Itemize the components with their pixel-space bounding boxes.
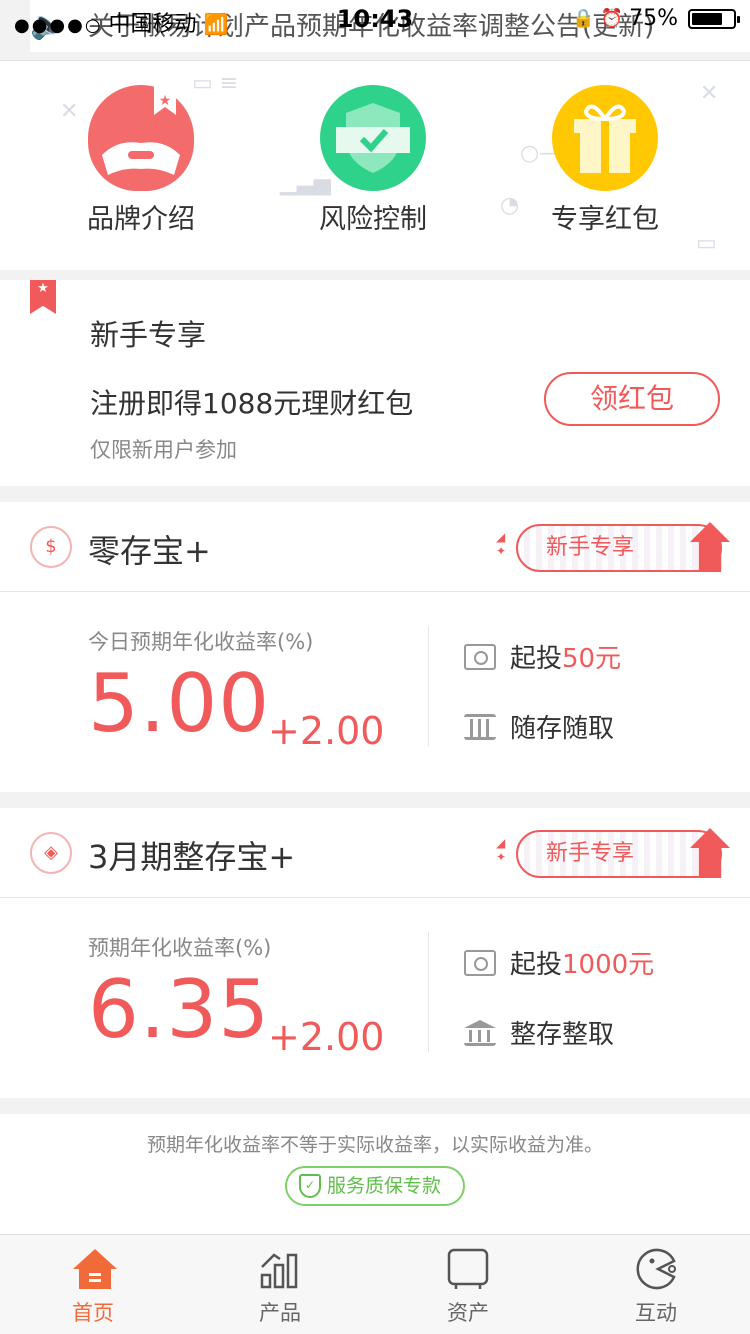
shield-icon bbox=[320, 85, 426, 191]
min-amount: 50元 bbox=[562, 644, 622, 674]
up-arrow-icon bbox=[690, 828, 730, 878]
divider bbox=[428, 932, 429, 1052]
tab-label: 产品 bbox=[259, 1301, 301, 1325]
status-bar: ●●●●○ 中国移动 📶 10:43 🔒 ⏰ 75% bbox=[0, 0, 750, 40]
min-invest: 起投50元 bbox=[464, 638, 621, 675]
helmet-icon: ★ bbox=[88, 85, 194, 191]
tab-products[interactable]: 产品 bbox=[220, 1247, 340, 1327]
newbie-title: 新手专享 bbox=[90, 318, 207, 352]
feature: 随存随取 bbox=[464, 708, 614, 745]
home-icon bbox=[71, 1247, 117, 1291]
quick-entry-label: 品牌介绍 bbox=[87, 204, 195, 235]
bar-chart-icon bbox=[258, 1247, 302, 1291]
quick-entry-redpacket[interactable]: 专享红包 bbox=[505, 85, 705, 236]
rate-label: 预期年化收益率(%) bbox=[88, 936, 272, 960]
newbie-tag: ◢ ✦ 新手专享 bbox=[496, 522, 730, 572]
newbie-subtitle: 仅限新用户参加 bbox=[90, 438, 237, 462]
product-card[interactable]: $ 零存宝+ ◢ ✦ 新手专享 今日预期年化收益率(%) 5.00 +2.00 起… bbox=[0, 502, 750, 792]
rate-bonus: +2.00 bbox=[268, 1015, 385, 1059]
disclaimer-text: 预期年化收益率不等于实际收益率，以实际收益为准。 bbox=[146, 1134, 603, 1156]
cash-icon bbox=[464, 949, 496, 976]
newbie-section: ★ 新手专享 注册即得1088元理财红包 仅限新用户参加 领红包 bbox=[0, 280, 750, 486]
product-name: 零存宝+ bbox=[88, 532, 211, 570]
tab-home[interactable]: 首页 bbox=[33, 1247, 153, 1327]
min-label: 起投 bbox=[510, 644, 563, 674]
pacman-icon bbox=[634, 1247, 678, 1291]
tab-label: 互动 bbox=[635, 1301, 677, 1325]
get-redpacket-button[interactable]: 领红包 bbox=[544, 372, 720, 426]
product-header: $ 零存宝+ ◢ ✦ 新手专享 bbox=[0, 502, 750, 592]
shield-check-icon: ✓ bbox=[299, 1174, 321, 1198]
min-label: 起投 bbox=[510, 950, 563, 980]
confetti-icon: ◢ ✦ bbox=[496, 530, 507, 558]
product-card[interactable]: ◈ 3月期整存宝+ ◢ ✦ 新手专享 预期年化收益率(%) 6.35 +2.00 … bbox=[0, 808, 750, 1098]
dollar-coin-icon: $ bbox=[30, 526, 72, 568]
guarantee-badge[interactable]: ✓ 服务质保专款 bbox=[285, 1166, 465, 1206]
quick-entry-risk[interactable]: 风险控制 bbox=[273, 85, 473, 236]
tab-label: 首页 bbox=[72, 1301, 114, 1325]
confetti-icon: ◢ ✦ bbox=[496, 836, 507, 864]
bank-icon bbox=[464, 1019, 496, 1046]
newbie-tag: ◢ ✦ 新手专享 bbox=[496, 828, 730, 878]
rate-value: 5.00 bbox=[88, 657, 271, 750]
quick-entry-brand[interactable]: ★ 品牌介绍 bbox=[41, 85, 241, 236]
bookmark-star-icon: ★ bbox=[30, 280, 56, 314]
quick-entry-label: 风险控制 bbox=[319, 204, 427, 235]
battery-icon bbox=[688, 8, 740, 29]
quick-entries: ▭ ≡ ✕ ○— ✕ ▭ ◔ ▁▃▅ ★ 品牌介绍 风险控制 专享红包 bbox=[0, 60, 750, 270]
guarantee-label: 服务质保专款 bbox=[327, 1175, 442, 1197]
product-name: 3月期整存宝+ bbox=[88, 838, 296, 876]
newbie-description: 注册即得1088元理财红包 bbox=[90, 387, 414, 420]
lock-rotation-icon: 🔒 bbox=[572, 8, 595, 29]
status-right: 🔒 ⏰ 75% bbox=[572, 6, 740, 31]
tag-label: 新手专享 bbox=[546, 841, 635, 866]
battery-percent: 75% bbox=[629, 6, 678, 31]
tag-label: 新手专享 bbox=[546, 535, 635, 560]
tab-bar: 首页 产品 资产 互动 bbox=[0, 1234, 750, 1334]
tab-interact[interactable]: 互动 bbox=[596, 1247, 716, 1327]
tab-assets[interactable]: 资产 bbox=[408, 1247, 528, 1327]
safe-icon bbox=[446, 1247, 490, 1291]
disclaimer-section: 预期年化收益率不等于实际收益率，以实际收益为准。 ✓ 服务质保专款 bbox=[0, 1114, 750, 1234]
feature-label: 整存整取 bbox=[510, 1020, 615, 1050]
feature-label: 随存随取 bbox=[510, 714, 615, 744]
min-invest: 起投1000元 bbox=[464, 944, 654, 981]
alarm-icon: ⏰ bbox=[600, 8, 624, 29]
cash-icon bbox=[464, 643, 496, 670]
quick-entry-label: 专享红包 bbox=[551, 204, 659, 235]
rate-value: 6.35 bbox=[88, 963, 271, 1056]
pillar-icon bbox=[464, 713, 496, 740]
diamond-icon: ◈ bbox=[30, 832, 72, 874]
svg-text:★: ★ bbox=[159, 93, 172, 109]
tab-label: 资产 bbox=[447, 1301, 489, 1325]
divider bbox=[428, 626, 429, 746]
min-amount: 1000元 bbox=[562, 950, 655, 980]
product-header: ◈ 3月期整存宝+ ◢ ✦ 新手专享 bbox=[0, 808, 750, 898]
up-arrow-icon bbox=[690, 522, 730, 572]
rate-bonus: +2.00 bbox=[268, 709, 385, 753]
feature: 整存整取 bbox=[464, 1014, 614, 1051]
rate-label: 今日预期年化收益率(%) bbox=[88, 630, 314, 654]
gift-icon bbox=[552, 85, 658, 191]
